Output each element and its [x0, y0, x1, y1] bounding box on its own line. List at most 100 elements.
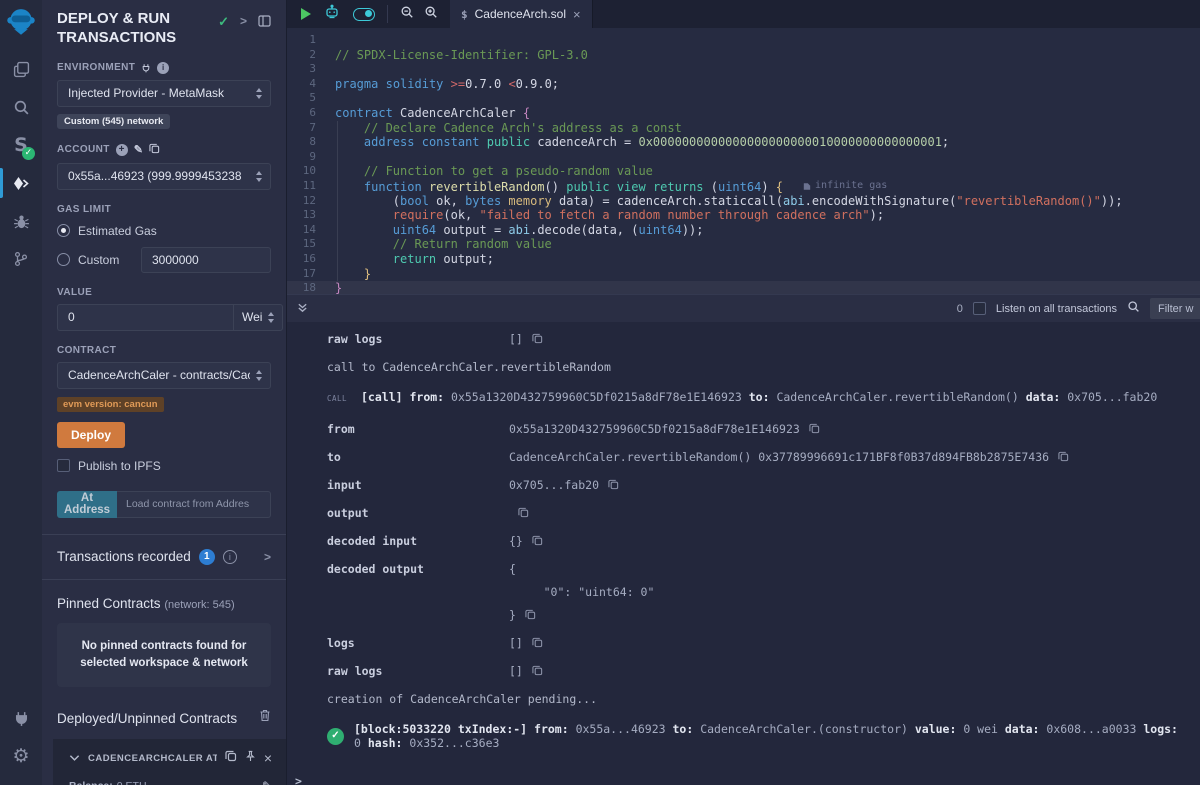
publish-ipfs-checkbox[interactable]: [57, 459, 70, 472]
edit-icon[interactable]: ✎: [262, 779, 272, 785]
deployed-contracts-title: Deployed/Unpinned Contracts: [57, 711, 237, 726]
value-input[interactable]: [57, 304, 233, 331]
contract-instance-name: CADENCEARCHCALER AT 0X: [88, 753, 217, 764]
custom-gas-radio[interactable]: [57, 253, 70, 266]
copy-icon[interactable]: [809, 423, 820, 434]
line-number: 10: [287, 164, 335, 179]
network-badge: Custom (545) network: [57, 114, 170, 129]
code-line: 11 function revertibleRandom() public vi…: [287, 179, 1200, 194]
code-text: // Return random value: [335, 237, 552, 252]
deploy-run-panel: DEPLOY & RUN TRANSACTIONS ✓ > ENVIRONMEN…: [42, 0, 287, 785]
edit-icon[interactable]: ✎: [134, 143, 144, 156]
copy-icon[interactable]: [532, 665, 543, 676]
code-text: // Function to get a pseudo-random value: [335, 164, 653, 179]
account-select[interactable]: 0x55a...46923 (999.9999453238: [57, 163, 271, 190]
publish-ipfs-label: Publish to IPFS: [78, 459, 161, 473]
stepper-icon: [256, 370, 262, 381]
line-number: 2: [287, 48, 335, 63]
plug-icon[interactable]: [141, 63, 151, 73]
code-text: // Declare Cadence Arch's address as a c…: [335, 121, 682, 136]
copy-icon[interactable]: [518, 507, 529, 518]
copy-icon[interactable]: [525, 609, 536, 620]
code-line: 6contract CadenceArchCaler {: [287, 106, 1200, 121]
terminal-key: decoded output: [327, 562, 509, 576]
copy-icon[interactable]: [225, 749, 237, 767]
code-line: 17 }: [287, 267, 1200, 282]
file-explorer-icon[interactable]: [0, 52, 42, 86]
close-icon[interactable]: ×: [573, 8, 581, 21]
terminal-kv-row: decoded input{}: [327, 534, 1190, 548]
terminal-key: raw logs: [327, 332, 509, 346]
line-number: 8: [287, 135, 335, 150]
info-icon[interactable]: i: [157, 62, 169, 74]
value-unit-select[interactable]: Wei: [233, 304, 283, 331]
terminal-key: from: [327, 422, 509, 436]
chevron-right-icon[interactable]: >: [240, 14, 247, 28]
listen-all-checkbox[interactable]: [973, 302, 986, 315]
contract-select[interactable]: CadenceArchCaler - contracts/Cac: [57, 362, 271, 389]
line-number: 3: [287, 62, 335, 77]
columns-icon[interactable]: [258, 14, 271, 32]
tab-cadencearch-sol[interactable]: $ CadenceArch.sol ×: [450, 0, 593, 28]
copy-icon[interactable]: [608, 479, 619, 490]
environment-select[interactable]: Injected Provider - MetaMask: [57, 80, 271, 107]
code-line: 18}: [287, 281, 1200, 294]
copy-icon[interactable]: [532, 637, 543, 648]
close-icon[interactable]: ×: [264, 751, 272, 765]
code-line: 5: [287, 91, 1200, 106]
at-address-button[interactable]: At Address: [57, 491, 117, 518]
zoom-out-icon[interactable]: [400, 5, 414, 24]
pinned-empty-message: No pinned contracts found for selected w…: [57, 623, 271, 688]
divider: [42, 579, 286, 580]
success-check-icon: ✓: [327, 728, 344, 745]
terminal-value: {}: [509, 534, 523, 548]
debugger-icon[interactable]: [0, 204, 42, 238]
terminal-value: CadenceArchCaler.revertibleRandom() 0x37…: [509, 450, 1049, 464]
copy-icon[interactable]: [149, 143, 160, 157]
transactions-recorded-row[interactable]: Transactions recorded 1 i >: [57, 535, 271, 579]
custom-gas-input[interactable]: [141, 247, 271, 273]
copy-icon[interactable]: [532, 535, 543, 546]
git-icon[interactable]: [0, 242, 42, 276]
solidity-compiler-icon[interactable]: S✓: [0, 128, 42, 162]
chevron-right-icon[interactable]: >: [264, 550, 271, 564]
copy-icon[interactable]: [532, 333, 543, 344]
solidity-file-icon: $: [461, 8, 468, 21]
remix-app: S✓: [0, 0, 1200, 785]
estimated-gas-radio[interactable]: [57, 224, 70, 237]
add-account-icon[interactable]: +: [116, 144, 128, 156]
plugin-manager-icon[interactable]: [0, 701, 42, 735]
trash-icon[interactable]: [259, 709, 271, 727]
remix-logo-icon[interactable]: [6, 6, 36, 36]
terminal[interactable]: raw logs[]call to CadenceArchCaler.rever…: [287, 322, 1200, 785]
chevron-down-icon[interactable]: [69, 749, 80, 767]
terminal-prompt[interactable]: >: [295, 774, 1190, 785]
terminal-message: creation of CadenceArchCaler pending...: [327, 692, 1190, 706]
panel-title: DEPLOY & RUN TRANSACTIONS: [57, 10, 207, 48]
zoom-in-icon[interactable]: [424, 5, 438, 24]
code-editor[interactable]: 12// SPDX-License-Identifier: GPL-3.034p…: [287, 28, 1200, 294]
code-text: contract CadenceArchCaler {: [335, 106, 530, 121]
active-tab-indicator: [0, 168, 3, 198]
ai-toggle[interactable]: [353, 8, 375, 21]
code-text: function revertibleRandom() public view …: [335, 179, 887, 194]
settings-icon[interactable]: ⚙: [0, 739, 42, 773]
at-address-input[interactable]: [117, 491, 271, 518]
terminal-key: to: [327, 450, 509, 464]
deploy-button[interactable]: Deploy: [57, 422, 125, 448]
deploy-run-icon[interactable]: [0, 166, 42, 200]
terminal-filter-input[interactable]: [1150, 298, 1200, 319]
run-script-icon[interactable]: [301, 8, 311, 20]
pin-icon[interactable]: [245, 749, 256, 767]
search-icon[interactable]: [1127, 300, 1140, 318]
compile-success-badge: ✓: [22, 147, 35, 160]
ai-assistant-icon[interactable]: [324, 4, 340, 25]
terminal-value: 0x55a1320D432759960C5Df0215a8dF78e1E1469…: [509, 422, 800, 436]
stepper-icon: [256, 88, 262, 99]
collapse-terminal-icon[interactable]: [297, 300, 308, 318]
terminal-key: raw logs: [327, 664, 509, 678]
code-line: 3: [287, 62, 1200, 77]
info-icon[interactable]: i: [223, 550, 237, 564]
copy-icon[interactable]: [1058, 451, 1069, 462]
search-icon[interactable]: [0, 90, 42, 124]
